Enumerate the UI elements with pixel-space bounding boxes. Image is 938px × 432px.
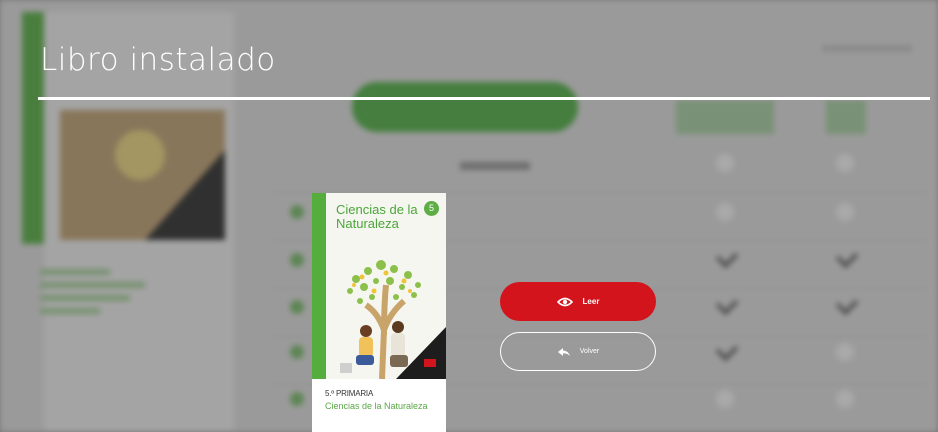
book-cover-illustration [340, 260, 446, 379]
overlay-title: Libro instalado [40, 42, 276, 78]
back-button[interactable]: Volver [500, 332, 656, 371]
book-spine [312, 193, 326, 379]
back-button-label: Volver [579, 348, 600, 355]
reply-arrow-icon [557, 347, 571, 357]
title-divider [38, 97, 930, 100]
book-badge: 5 [424, 201, 439, 216]
book-cover-title: Ciencias de la Naturaleza [336, 202, 418, 231]
read-button[interactable]: Leer [500, 282, 656, 321]
read-button-label: Leer [582, 297, 600, 306]
book-subject: Ciencias de la Naturaleza [325, 401, 428, 411]
book-card: Ciencias de la Naturaleza 5 5.º PRIMARIA… [312, 193, 446, 432]
book-level: 5.º PRIMARIA [325, 389, 374, 398]
book-cover: Ciencias de la Naturaleza 5 [312, 193, 446, 379]
eye-icon [556, 297, 573, 307]
